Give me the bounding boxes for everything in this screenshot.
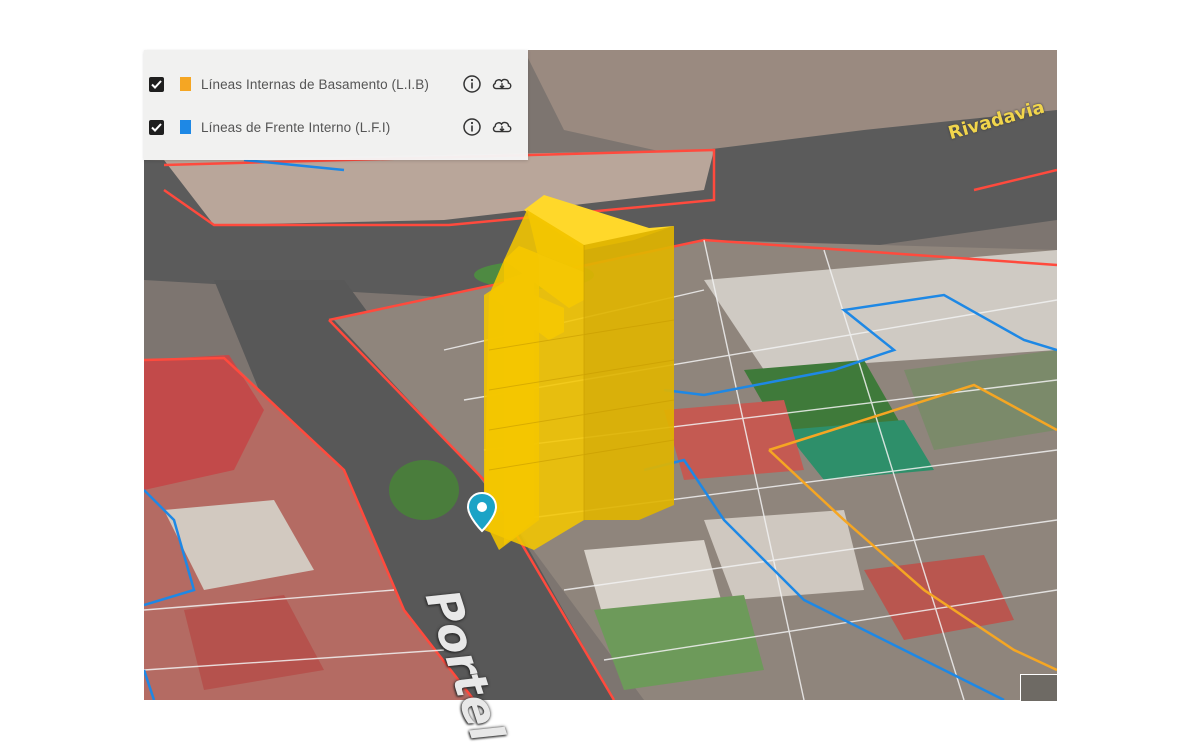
layer-label-lfi: Líneas de Frente Interno (L.F.I) [201, 119, 391, 135]
layer-legend-panel: Líneas Internas de Basamento (L.I.B) Lín… [144, 50, 528, 160]
layer-color-swatch-lfi [180, 120, 191, 134]
cloud-download-icon[interactable] [491, 116, 513, 138]
layer-row-lfi: Líneas de Frente Interno (L.F.I) [144, 112, 528, 142]
map-pin-icon[interactable] [466, 491, 498, 535]
tree-cluster [389, 460, 459, 520]
basemap-thumbnail-icon[interactable] [1020, 674, 1058, 702]
layer-label-lib: Líneas Internas de Basamento (L.I.B) [201, 76, 429, 92]
building-3d-volume[interactable] [484, 195, 675, 550]
roof-red-3 [664, 400, 804, 480]
info-circle-icon[interactable] [461, 116, 483, 138]
layer-color-swatch-lib [180, 77, 191, 91]
layer-row-lib: Líneas Internas de Basamento (L.I.B) [144, 69, 528, 99]
cloud-download-icon[interactable] [491, 73, 513, 95]
layer-checkbox-lfi[interactable] [149, 119, 164, 135]
layer-checkbox-lib[interactable] [149, 76, 164, 92]
info-circle-icon[interactable] [461, 73, 483, 95]
